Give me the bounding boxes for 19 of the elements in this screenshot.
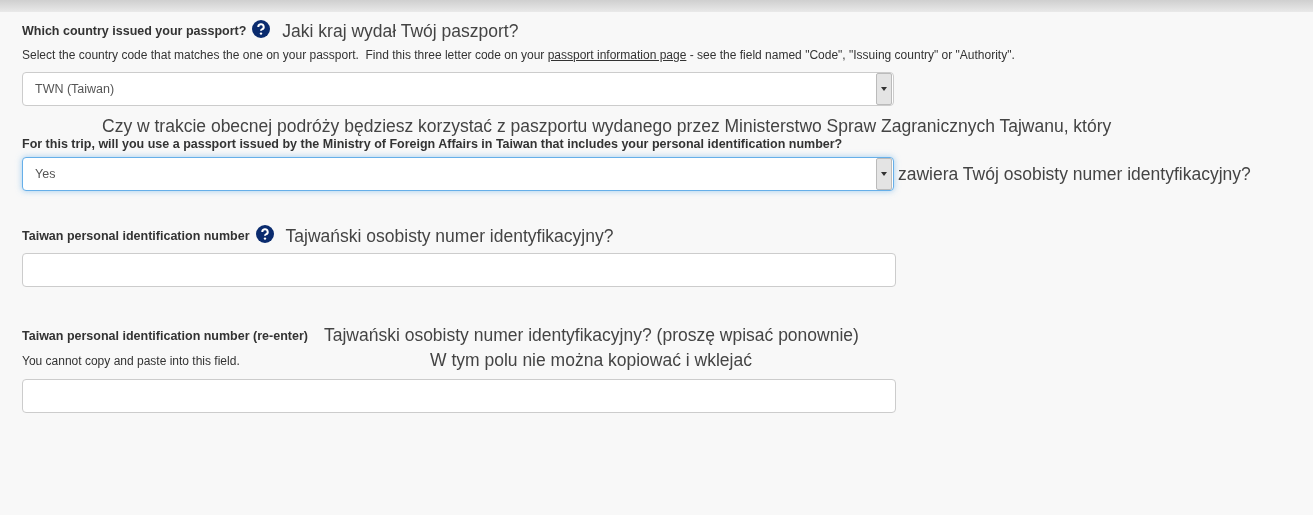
question-label: Taiwan personal identification number bbox=[22, 229, 250, 243]
dropdown[interactable]: TWN (Taiwan) bbox=[22, 72, 894, 106]
input-field[interactable] bbox=[22, 379, 896, 413]
question-label: Which country issued your passport? bbox=[22, 24, 247, 38]
input-field[interactable] bbox=[22, 253, 896, 287]
question-label: Taiwan personal identification number (re-enter) bbox=[22, 328, 308, 343]
help-icon[interactable] bbox=[252, 20, 271, 38]
translation-text: Czy w trakcie obecnej podróży będziesz korzystać z paszportu wydanego przez Ministerstwo Spraw Zagranicznych Tajwanu, który bbox=[102, 116, 1112, 137]
translation-text: Jaki kraj wydał Twój paszport? bbox=[282, 20, 519, 42]
hint-text: Select the country code that matches the one on your passport. Find this three letter code on your passport information page - see the field named "Code", "Issuing country" or "Authority". bbox=[22, 47, 1016, 64]
translation-text: Tajwański osobisty numer identyfikacyjny? (proszę wpisać ponownie) bbox=[323, 325, 859, 346]
translation-text: Tajwański osobisty numer identyfikacyjny? bbox=[285, 225, 614, 247]
question-label: For this trip, will you use a passport issued by the Ministry of Foreign Affairs in Taiwan that includes your personal identification number? bbox=[22, 137, 843, 151]
hint-text: You cannot copy and paste into this field. bbox=[22, 353, 241, 368]
passport-info-link[interactable]: passport information page bbox=[547, 48, 687, 62]
translation-text: W tym polu nie można kopiować i wklejać bbox=[430, 350, 752, 371]
translation-text: zawiera Twój osobisty numer identyfikacyjny? bbox=[898, 163, 1251, 185]
help-icon[interactable] bbox=[255, 225, 274, 243]
dropdown[interactable]: Yes bbox=[22, 157, 894, 191]
